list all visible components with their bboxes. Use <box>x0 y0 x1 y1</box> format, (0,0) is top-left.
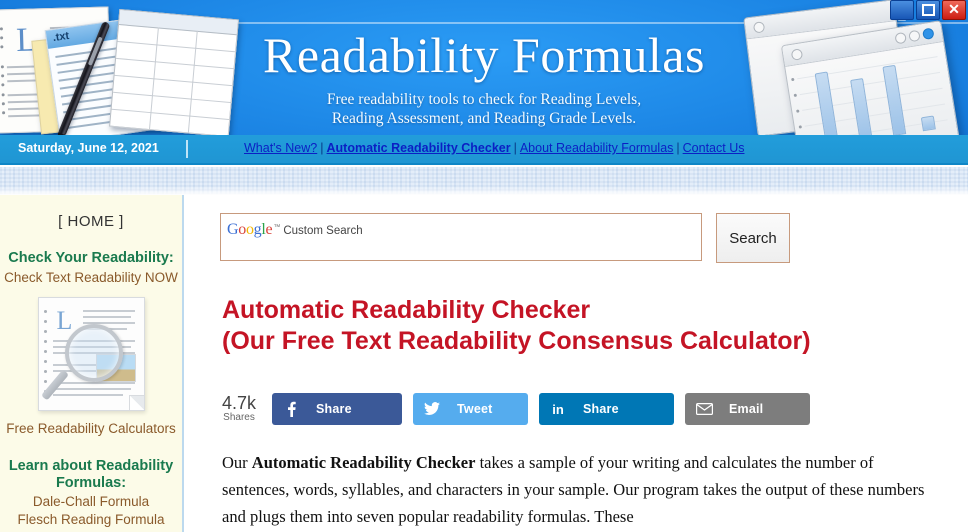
page-title-line-1: Automatic Readability Checker <box>222 296 591 324</box>
site-tagline: Free readability tools to check for Read… <box>0 90 968 128</box>
email-share-button[interactable]: Email <box>685 393 810 425</box>
twitter-tweet-button[interactable]: Tweet <box>413 393 528 425</box>
linkedin-share-label: Share <box>583 402 619 416</box>
window-controls: _ ✕ <box>890 0 966 22</box>
trademark-symbol: ™ <box>273 224 281 231</box>
twitter-icon <box>413 402 451 416</box>
main-column: Google ™ Custom Search Search Automatic Re… <box>184 195 968 532</box>
share-count-label: Shares <box>223 412 255 424</box>
twitter-tweet-label: Tweet <box>457 402 493 416</box>
linkedin-share-button[interactable]: in Share <box>539 393 674 425</box>
search-placeholder: Google ™ Custom Search <box>221 214 363 238</box>
texture-band <box>0 167 968 195</box>
browser-window: L .txt Readability Formulas Free readabi… <box>0 0 968 532</box>
close-icon: ✕ <box>948 1 960 17</box>
maximize-button[interactable] <box>916 0 940 20</box>
envelope-icon <box>685 403 723 415</box>
google-logo-icon: Google <box>227 221 273 238</box>
sidebar-item-flesch-reading-formula[interactable]: Flesch Reading Formula <box>0 511 182 529</box>
nav-link-automatic-readability-checker[interactable]: Automatic Readability Checker <box>327 141 511 155</box>
site-banner: L .txt Readability Formulas Free readabi… <box>0 0 968 135</box>
search-button[interactable]: Search <box>716 213 790 263</box>
learn-heading-line-1: Learn about Readability <box>8 458 174 474</box>
sidebar-item-dale-chall-formula[interactable]: Dale-Chall Formula <box>0 493 182 511</box>
page-content: [ HOME ] Check Your Readability: Check T… <box>0 195 968 532</box>
search-input[interactable]: Google ™ Custom Search <box>220 213 702 261</box>
tagline-line-2: Reading Assessment, and Reading Grade Le… <box>331 110 637 127</box>
page-fold-corner <box>128 395 144 410</box>
nav-link-about-readability-formulas[interactable]: About Readability Formulas <box>520 141 674 155</box>
share-count-value: 4.7k <box>221 393 257 414</box>
intro-paragraph: Our Automatic Readability Checker takes … <box>222 449 938 530</box>
nav-link-whats-new[interactable]: What's New? <box>244 141 317 155</box>
nav-pipe: | <box>320 141 324 155</box>
maximize-icon <box>921 4 935 16</box>
nav-pipe: | <box>676 141 680 155</box>
share-count: 4.7k Shares <box>216 394 262 423</box>
close-button[interactable]: ✕ <box>942 0 966 20</box>
sidebar-heading-learn-about: Learn about Readability Formulas: <box>0 458 182 492</box>
page-title: Automatic Readability Checker (Our Free … <box>222 295 811 357</box>
facebook-share-label: Share <box>316 402 352 416</box>
top-navigation-bar: Saturday, June 12, 2021 What's New? | Auto… <box>0 135 968 165</box>
email-share-label: Email <box>729 402 764 416</box>
social-share-bar: 4.7k Shares Share Tweet in Share Email <box>216 393 821 425</box>
nav-link-contact-us[interactable]: Contact Us <box>683 141 745 155</box>
minimize-button[interactable]: _ <box>890 0 914 22</box>
page-title-line-2: (Our Free Text Readability Consensus Cal… <box>222 327 811 355</box>
paragraph-bold-term: Automatic Readability Checker <box>251 453 476 472</box>
nav-divider <box>186 140 188 158</box>
site-title: Readability Formulas <box>263 27 705 83</box>
learn-heading-line-2: Formulas: <box>55 475 127 491</box>
linkedin-icon: in <box>552 401 564 417</box>
nav-links: What's New? | Automatic Readability Checke… <box>244 141 744 155</box>
facebook-icon <box>272 401 310 417</box>
facebook-share-button[interactable]: Share <box>272 393 402 425</box>
left-sidebar: [ HOME ] Check Your Readability: Check T… <box>0 195 184 532</box>
paragraph-pre: Our <box>222 453 252 472</box>
current-date: Saturday, June 12, 2021 <box>18 141 159 155</box>
readability-magnifier-image: L <box>37 297 145 411</box>
nav-underline <box>0 163 968 165</box>
nav-pipe: | <box>513 141 517 155</box>
drop-cap-letter: L <box>56 306 73 335</box>
sidebar-item-check-text-readability[interactable]: Check Text Readability NOW <box>0 269 182 287</box>
sidebar-item-home[interactable]: [ HOME ] <box>0 213 182 230</box>
minimize-icon: _ <box>898 6 906 22</box>
magnifier-icon <box>64 324 123 382</box>
tagline-line-1: Free readability tools to check for Read… <box>326 91 642 108</box>
search-row: Google ™ Custom Search Search <box>220 213 790 263</box>
custom-search-label: Custom Search <box>283 225 363 237</box>
sidebar-heading-check-readability: Check Your Readability: <box>8 250 174 266</box>
sidebar-item-free-readability-calculators[interactable]: Free Readability Calculators <box>0 420 182 438</box>
